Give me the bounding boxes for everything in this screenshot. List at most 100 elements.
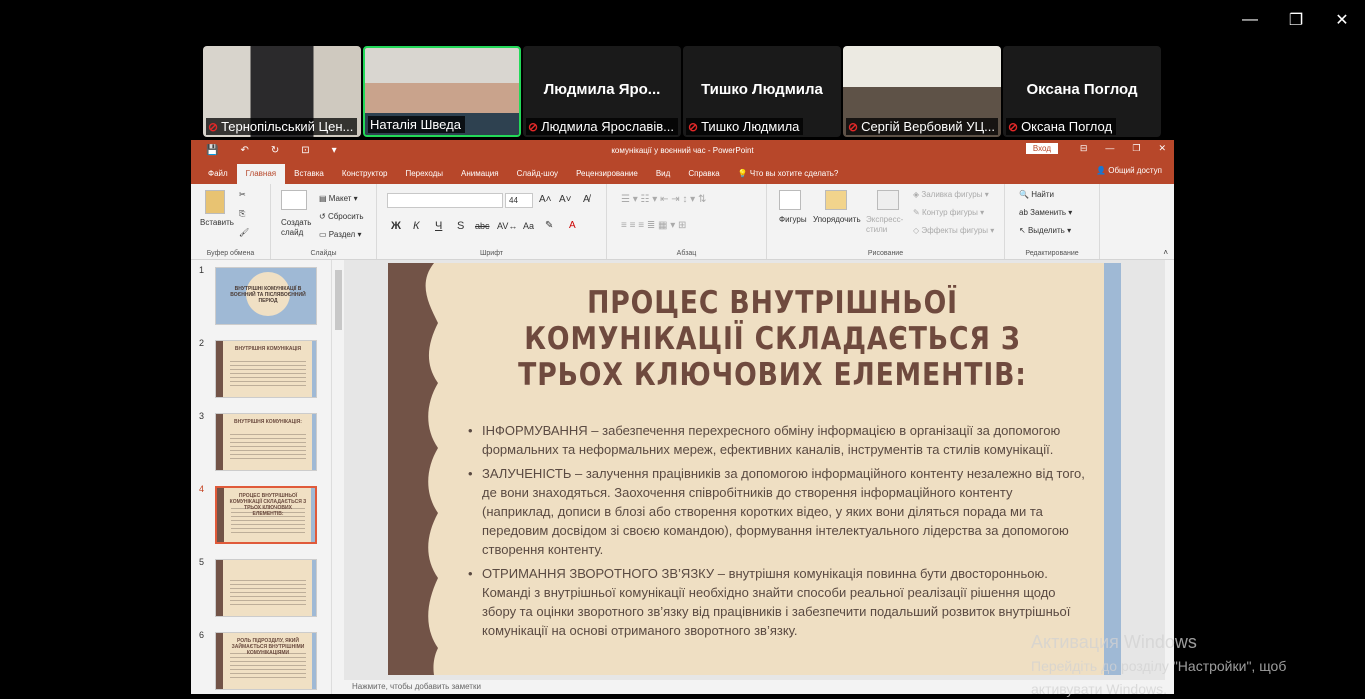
tell-me-search[interactable]: 💡 Что вы хотите сделать? [729,164,848,184]
tell-me-label: Что вы хотите сделать? [749,169,839,178]
italic-button[interactable]: К [413,220,419,232]
participant-tile[interactable]: ⊘ Сергій Вербовий УЦ... [843,46,1001,137]
participant-display-name: Оксана Поглод [1026,81,1138,98]
thumbnails-scrollbar[interactable] [331,260,344,694]
shapes-button[interactable]: Фигуры [779,215,807,224]
tab-3[interactable]: Конструктор [333,164,397,184]
quick-styles-icon[interactable] [877,190,899,212]
arrange-button[interactable]: Упорядочить [813,215,861,224]
cut-icon[interactable]: ✂ [239,190,246,199]
copy-icon[interactable]: ⎘ [239,209,245,219]
tab-8[interactable]: Вид [647,164,679,184]
participant-label: ⊘ Тернопільський Цен... [206,118,358,135]
shapes-icon[interactable] [779,190,801,212]
activation-line: активувати Windows. [1031,681,1167,697]
highlight-icon[interactable]: ✎ [545,220,553,231]
muted-mic-icon: ⊘ [688,119,699,134]
select-button[interactable]: ↖ Выделить ▾ [1019,226,1071,235]
shrink-font-icon[interactable]: A˅ [559,194,572,205]
slide-scrollbar[interactable] [1165,260,1174,694]
collapse-ribbon-icon[interactable]: ˄ [1163,248,1168,257]
layout-button[interactable]: ▤ Макет ▾ [319,194,358,203]
close-button[interactable]: ✕ [1319,0,1365,40]
format-painter-icon[interactable]: 🖌 [239,228,249,237]
thumb-right-strip [312,341,316,397]
participant-label: ⊘ Тишко Людмила [686,118,804,135]
login-button[interactable]: Вход [1025,143,1058,154]
font-size-input[interactable]: 44 [505,193,533,208]
tab-2[interactable]: Вставка [285,164,333,184]
tab-6[interactable]: Слайд-шоу [508,164,567,184]
align-icons[interactable]: ≡ ≡ ≡ ≣ ▦ ▾ ⊞ [621,220,686,231]
slide-thumbnail-row[interactable]: 3 ВНУТРІШНЯ КОМУНІКАЦІЯ: [191,411,331,471]
slide-thumbnail-row[interactable]: 5 [191,557,331,617]
paste-icon[interactable] [205,190,225,216]
slide-thumbnail-row[interactable]: 2 ВНУТРІШНЯ КОМУНІКАЦІЯ [191,338,331,398]
person-icon: 👤 [1096,166,1109,175]
slide-thumbnail-row[interactable]: 1 ВНУТРІШНІ КОМУНІКАЦІЇ В ВОЄННИЙ ТА ПІСЛ… [191,265,331,325]
participant-tile[interactable]: Людмила Яро... ⊘ Людмила Ярославів... [523,46,681,137]
slide-thumbnail-row[interactable]: 6 РОЛЬ ПІДРОЗДІЛУ, ЯКИЙ ЗАЙМАЄТЬСЯ ВНУТРІ… [191,630,331,690]
drawing-group-label: Рисование [867,250,904,257]
reset-button[interactable]: ↺ Сбросить [319,212,364,221]
new-slide-button[interactable]: Создать слайд [281,218,311,238]
replace-button[interactable]: ab Заменить ▾ [1019,208,1072,217]
slide-thumbnail[interactable]: ПРОЦЕС ВНУТРІШНЬОЇ КОМУНІКАЦІЇ СКЛАДАЄТЬ… [215,486,317,544]
slide-number: 1 [199,265,205,275]
participant-name: Оксана Поглод [1021,119,1113,134]
arrange-icon[interactable] [825,190,847,212]
section-button[interactable]: ▭ Раздел ▾ [319,230,361,239]
quick-styles-button[interactable]: Экспресс-стили [866,215,906,235]
share-button[interactable]: 👤 Общий доступ [1096,166,1162,175]
new-slide-icon[interactable] [281,190,307,212]
section-label: Раздел [328,230,356,239]
participant-tile[interactable]: Оксана Поглод ⊘ Оксана Поглод [1003,46,1161,137]
slide-thumbnail[interactable]: РОЛЬ ПІДРОЗДІЛУ, ЯКИЙ ЗАЙМАЄТЬСЯ ВНУТРІШ… [215,632,317,690]
underline-button[interactable]: Ч [435,220,442,232]
participant-tile[interactable]: ⊘ Тернопільський Цен... [203,46,361,137]
shape-effects-button[interactable]: ◇ Эффекты фигуры ▾ [913,226,994,235]
tab-4[interactable]: Переходы [396,164,452,184]
tab-1[interactable]: Главная [236,164,286,184]
bullets-icon[interactable]: ☰ ▾ ☷ ▾ ⇤ ⇥ ↕ ▾ ⇅ [621,194,706,205]
font-name-input[interactable] [387,193,503,208]
strikethrough-button[interactable]: abc [475,221,490,231]
participant-tile-active[interactable]: Наталія Шведа [363,46,521,137]
minimize-button[interactable]: — [1227,0,1273,40]
bold-button[interactable]: Ж [391,220,401,232]
tab-5[interactable]: Анимация [452,164,508,184]
paste-button[interactable]: Вставить [200,218,234,227]
close-icon[interactable]: ✕ [1158,143,1166,154]
slide-thumbnail[interactable]: ВНУТРІШНІ КОМУНІКАЦІЇ В ВОЄННИЙ ТА ПІСЛЯ… [215,267,317,325]
slide-thumbnail-row[interactable]: 4 ПРОЦЕС ВНУТРІШНЬОЇ КОМУНІКАЦІЇ СКЛАДАЄТ… [191,484,331,544]
thumb-text-lines [230,434,306,462]
slide-thumbnail[interactable]: ВНУТРІШНЯ КОМУНІКАЦІЯ: [215,413,317,471]
shape-outline-button[interactable]: ✎ Контур фигуры ▾ [913,208,984,217]
ribbon-display-icon[interactable]: ⊟ [1080,143,1088,154]
tab-0[interactable]: Файл [199,164,237,184]
thumb-title: ВНУТРІШНЯ КОМУНІКАЦІЯ [234,346,302,352]
tab-7[interactable]: Рецензирование [567,164,647,184]
find-button[interactable]: 🔍 Найти [1019,190,1054,199]
change-case-button[interactable]: Aa [523,221,534,231]
minimize-icon[interactable]: — [1105,143,1114,154]
clear-formatting-icon[interactable]: A̸ [583,194,590,205]
restore-button[interactable]: ❐ [1273,0,1319,40]
scrollbar-thumb[interactable] [335,270,342,330]
shape-fill-label: Заливка фигуры [921,190,983,199]
grow-font-icon[interactable]: A˄ [539,194,552,205]
char-spacing-icon[interactable]: AV↔ [497,221,517,231]
shadow-button[interactable]: S [457,220,464,232]
shape-fill-button[interactable]: ◈ Заливка фигуры ▾ [913,190,989,199]
lightbulb-icon: 💡 [737,169,750,178]
participant-tile[interactable]: Тишко Людмила ⊘ Тишко Людмила [683,46,841,137]
font-color-icon[interactable]: A [569,220,576,231]
paragraph-group-label: Абзац [676,250,697,257]
bullet-item: ІНФОРМУВАННЯ – забезпечення перехресного… [468,421,1085,459]
slide-thumbnail[interactable] [215,559,317,617]
slide-thumbnail[interactable]: ВНУТРІШНЯ КОМУНІКАЦІЯ [215,340,317,398]
restore-icon[interactable]: ❐ [1132,143,1140,154]
tab-9[interactable]: Справка [679,164,728,184]
participant-label: ⊘ Оксана Поглод [1006,118,1117,135]
current-slide[interactable]: ПРОЦЕС ВНУТРІШНЬОЇ КОМУНІКАЦІЇ СКЛАДАЄТЬ… [388,263,1121,675]
